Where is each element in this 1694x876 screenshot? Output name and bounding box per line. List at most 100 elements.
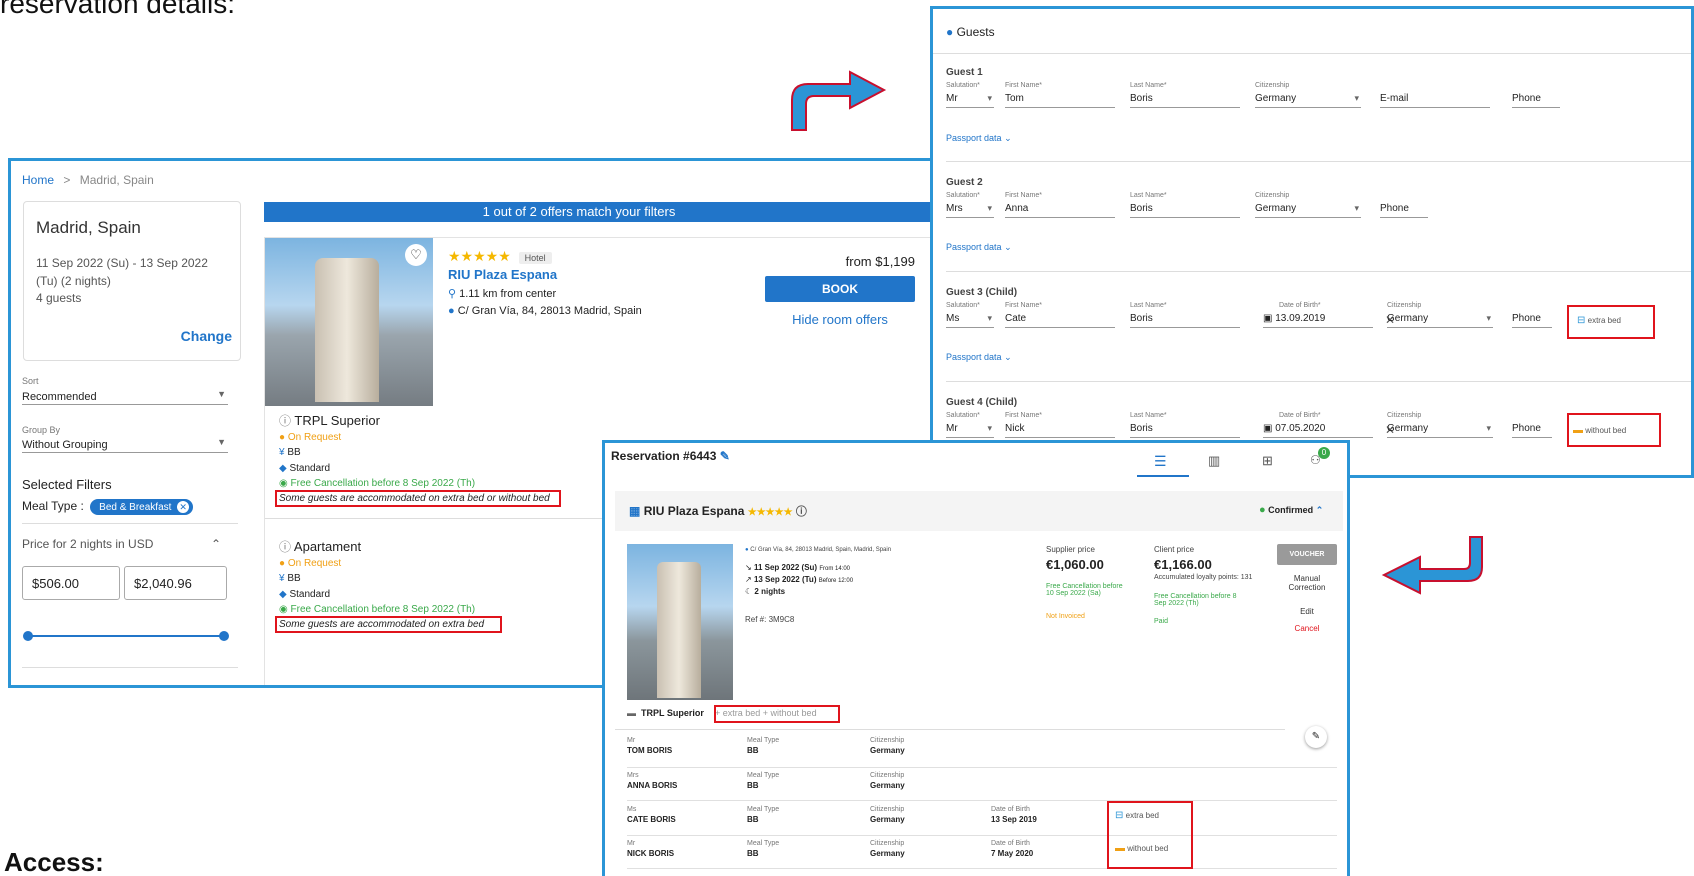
citizenship-label: Citizenship	[1387, 412, 1422, 419]
guest-4-citizenship[interactable]: Germany ▾	[1387, 423, 1493, 438]
citizenship-label: Citizenship	[1255, 82, 1290, 89]
guest-1-email[interactable]: E-mail	[1380, 93, 1490, 108]
guest-3-first-name[interactable]: Cate	[1005, 313, 1115, 328]
chevron-up-icon[interactable]: ⌃	[1316, 505, 1324, 515]
room-name: ▬ TRPL Superior	[627, 708, 704, 718]
hotel-header-bar: ▦ RIU Plaza Espana ★★★★★ ⓘ ● Confirmed ⌃	[615, 491, 1343, 531]
guest-2-passport-toggle[interactable]: Passport data ⌄	[946, 242, 1012, 253]
alert-icon: ●	[279, 558, 286, 569]
guests-count: 4 guests	[36, 291, 82, 305]
reservation-title: Reservation #6443 ✎	[611, 449, 730, 463]
guest-1-first-name[interactable]: Tom	[1005, 93, 1115, 108]
guest-4-dob[interactable]: ▣ 07.05.2020 ✕	[1263, 423, 1395, 438]
checkin-icon: ↘	[745, 563, 752, 572]
bell-icon: ◉	[279, 604, 288, 615]
group-select[interactable]: Without Grouping ▼	[22, 435, 228, 453]
price-filter-title: Price for 2 nights in USD	[22, 537, 154, 551]
manual-correction-button[interactable]: Manual Correction	[1277, 574, 1337, 592]
guest-3-title: Guest 3 (Child)	[946, 287, 1018, 298]
destination: Madrid, Spain	[36, 218, 141, 237]
heart-icon[interactable]: ♡	[405, 244, 427, 266]
checkin: ↘ 11 Sep 2022 (Su) From 14:00	[745, 563, 851, 572]
room-offer-2-status: ● On Request	[279, 558, 342, 569]
breadcrumb-home[interactable]: Home	[22, 173, 54, 187]
guest-2-last-name[interactable]: Boris	[1130, 203, 1240, 218]
chevron-down-icon: ⌄	[1004, 242, 1012, 252]
voucher-button[interactable]: VOUCHER	[1277, 544, 1337, 565]
last-name-label: Last Name*	[1130, 192, 1167, 199]
hide-room-offers-link[interactable]: Hide room offers	[765, 312, 915, 327]
guest-4-last-name[interactable]: Boris	[1130, 423, 1240, 438]
grid-icon[interactable]: ⊞	[1262, 453, 1273, 469]
guest-2-phone[interactable]: Phone	[1380, 203, 1428, 218]
map-icon[interactable]: ▥	[1208, 453, 1220, 469]
calendar-icon: ▣	[1263, 423, 1273, 434]
pencil-icon[interactable]: ✎	[720, 449, 730, 463]
guest-1-passport-toggle[interactable]: Passport data ⌄	[946, 133, 1012, 144]
last-name-label: Last Name*	[1130, 82, 1167, 89]
change-button[interactable]: Change	[181, 328, 232, 344]
meal-filter-chip[interactable]: Bed & Breakfast ✕	[90, 499, 194, 515]
bell-icon: ◉	[279, 478, 288, 489]
guest-1-salutation[interactable]: Mr ▾	[946, 93, 994, 108]
first-name-label: First Name*	[1005, 192, 1042, 199]
guest-2-citizenship[interactable]: Germany ▾	[1255, 203, 1361, 218]
guest-4-title: Guest 4 (Child)	[946, 397, 1018, 408]
hotel-address: ● C/ Gran Vía, 84, 28013 Madrid, Spain	[448, 305, 642, 317]
list-view-icon[interactable]: ☰	[1154, 453, 1167, 470]
nights: ☾ 2 nights	[745, 587, 786, 596]
guest-1-phone[interactable]: Phone	[1512, 93, 1560, 108]
table-row: Ms CATE BORIS Meal Type BB Citizenship G…	[627, 801, 1337, 836]
room-offer-1-rate: ◆ Standard	[279, 463, 331, 474]
hotel-image: ♡	[265, 238, 433, 406]
price-slider-min-handle[interactable]	[23, 631, 33, 641]
guest-3-phone[interactable]: Phone	[1512, 313, 1552, 328]
price-from: from $1,199	[845, 254, 915, 269]
guest-1-citizenship[interactable]: Germany ▾	[1255, 93, 1361, 108]
breadcrumb-current: Madrid, Spain	[79, 173, 154, 187]
offers-banner: 1 out of 2 offers match your filters	[264, 202, 945, 222]
guest-2-first-name[interactable]: Anna	[1005, 203, 1115, 218]
price-slider-max-handle[interactable]	[219, 631, 229, 641]
reservation-panel: Reservation #6443 ✎ ☰ ▥ ⊞ ⚇ 0 ▦ RIU Plaza…	[602, 440, 1350, 876]
arrow-to-reservation	[1381, 536, 1483, 595]
book-button[interactable]: BOOK	[765, 276, 915, 302]
guests-icon[interactable]: ⚇ 0	[1310, 447, 1330, 467]
price-max-input[interactable]: $2,040.96	[124, 566, 227, 600]
citizenship-label: Citizenship	[1255, 192, 1290, 199]
bed-icon: ▬	[627, 708, 636, 718]
guest-3-last-name[interactable]: Boris	[1130, 313, 1240, 328]
client-paid-status: Paid	[1154, 618, 1169, 625]
last-name-label: Last Name*	[1130, 302, 1167, 309]
guest-4-phone[interactable]: Phone	[1512, 423, 1552, 438]
search-summary-card: Madrid, Spain 11 Sep 2022 (Su) - 13 Sep …	[23, 201, 241, 361]
edit-button[interactable]: Edit	[1277, 607, 1337, 616]
cancel-button[interactable]: Cancel	[1277, 624, 1337, 633]
reservation-guest-table: Mr TOM BORIS Meal Type BB Citizenship Ge…	[627, 735, 1337, 869]
hotel-building	[315, 258, 379, 402]
guest-3-citizenship[interactable]: Germany ▾	[1387, 313, 1493, 328]
guest-1-last-name[interactable]: Boris	[1130, 93, 1240, 108]
guest-3-salutation[interactable]: Ms ▾	[946, 313, 994, 328]
guest-3-dob[interactable]: ▣ 13.09.2019 ✕	[1263, 313, 1395, 328]
close-icon[interactable]: ✕	[177, 501, 190, 513]
meal-type-label: Meal Type :	[22, 499, 84, 513]
building-icon: ▦	[629, 504, 641, 518]
guest-4-first-name[interactable]: Nick	[1005, 423, 1115, 438]
checkout: ↗ 13 Sep 2022 (Tu) Before 12:00	[745, 575, 854, 584]
guest-4-salutation[interactable]: Mr ▾	[946, 423, 994, 438]
meal-type-filter: Meal Type : Bed & Breakfast ✕	[22, 499, 194, 515]
sort-select[interactable]: Recommended ▼	[22, 387, 228, 405]
chevron-up-icon[interactable]: ⌃	[211, 537, 221, 551]
guest-2-salutation[interactable]: Mrs ▾	[946, 203, 994, 218]
dates-line-1: 11 Sep 2022 (Su) - 13 Sep 2022	[36, 256, 208, 270]
price-min-input[interactable]: $506.00	[22, 566, 120, 600]
hotel-photo	[627, 544, 733, 700]
table-row: Mr TOM BORIS Meal Type BB Citizenship Ge…	[627, 735, 1337, 768]
hotel-name-link[interactable]: RIU Plaza Espana	[448, 267, 557, 282]
first-name-label: First Name*	[1005, 412, 1042, 419]
reference-number: Ref #: 3M9C8	[745, 615, 795, 624]
guest-3-passport-toggle[interactable]: Passport data ⌄	[946, 352, 1012, 363]
first-name-label: First Name*	[1005, 82, 1042, 89]
room-offer-1-status: ● On Request	[279, 432, 342, 443]
